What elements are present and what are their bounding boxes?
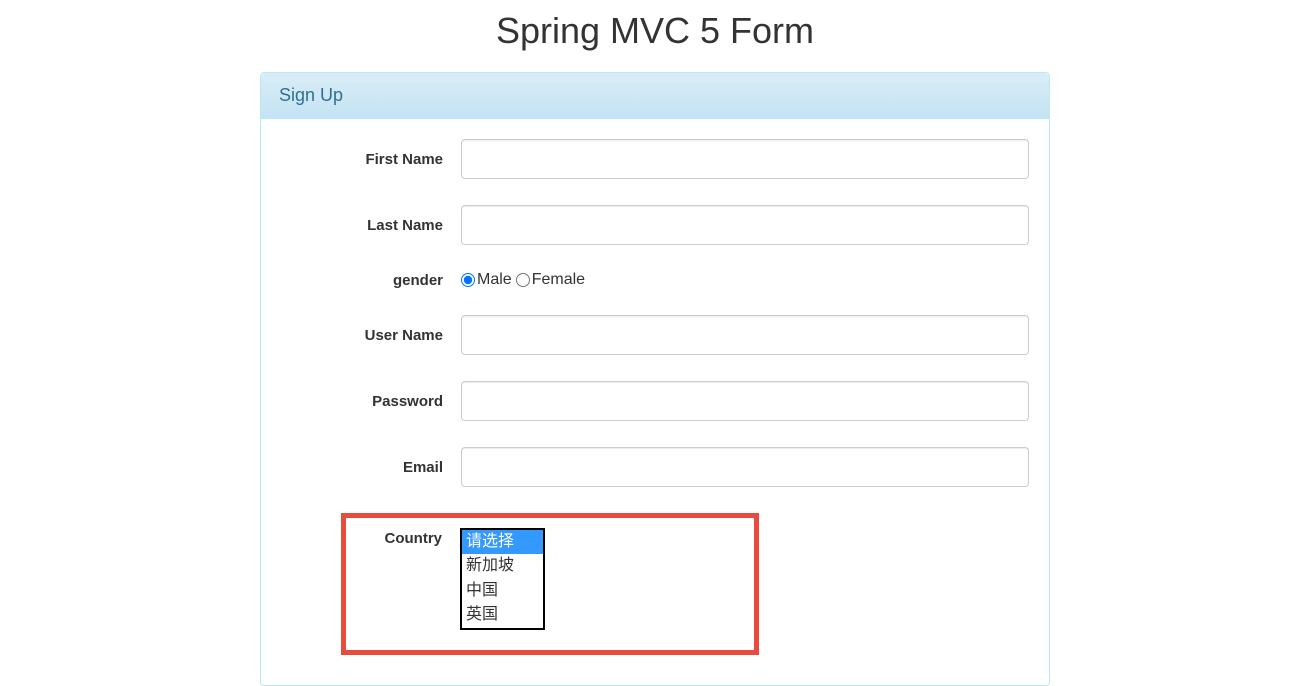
first-name-label: First Name	[281, 151, 461, 168]
user-name-label: User Name	[281, 327, 461, 344]
country-select[interactable]: 请选择 新加坡 中国 英国	[460, 528, 545, 630]
email-group: Email	[281, 447, 1029, 487]
gender-female-text: Female	[532, 271, 585, 289]
panel-body: First Name Last Name gender Male Female …	[261, 119, 1049, 685]
gender-female-label[interactable]: Female	[516, 271, 585, 289]
first-name-group: First Name	[281, 139, 1029, 179]
country-highlight-box: Country 请选择 新加坡 中国 英国	[341, 513, 759, 655]
last-name-label: Last Name	[281, 217, 461, 234]
country-group: Country 请选择 新加坡 中国 英国	[346, 524, 754, 630]
country-option-0[interactable]: 请选择	[462, 530, 543, 554]
first-name-input[interactable]	[461, 139, 1029, 179]
email-label: Email	[281, 459, 461, 476]
country-option-2[interactable]: 中国	[462, 579, 543, 603]
gender-male-radio[interactable]	[461, 273, 475, 287]
country-option-3[interactable]: 英国	[462, 603, 543, 627]
gender-male-text: Male	[477, 271, 512, 289]
gender-radio-group: Male Female	[461, 271, 589, 289]
email-input[interactable]	[461, 447, 1029, 487]
country-option-1[interactable]: 新加坡	[462, 554, 543, 578]
country-label: Country	[346, 528, 460, 547]
password-label: Password	[281, 393, 461, 410]
gender-label: gender	[281, 272, 461, 289]
page-title: Spring MVC 5 Form	[0, 10, 1310, 52]
panel-heading: Sign Up	[261, 73, 1049, 119]
password-group: Password	[281, 381, 1029, 421]
user-name-input[interactable]	[461, 315, 1029, 355]
user-name-group: User Name	[281, 315, 1029, 355]
gender-male-label[interactable]: Male	[461, 271, 512, 289]
last-name-group: Last Name	[281, 205, 1029, 245]
gender-female-radio[interactable]	[516, 273, 530, 287]
password-input[interactable]	[461, 381, 1029, 421]
gender-group: gender Male Female	[281, 271, 1029, 289]
signup-panel: Sign Up First Name Last Name gender Male…	[260, 72, 1050, 686]
last-name-input[interactable]	[461, 205, 1029, 245]
